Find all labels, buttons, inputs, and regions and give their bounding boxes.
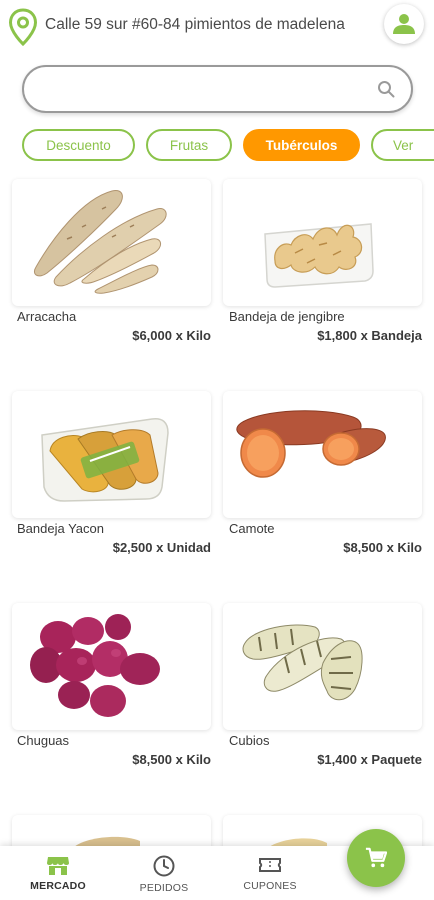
yacon-tray-image [41,418,169,502]
chip-tuberculos[interactable]: Tubérculos [243,129,360,161]
product-price: $2,500 x Unidad [112,540,211,555]
category-chips: Descuento Frutas Tubérculos Ver [0,129,434,163]
product-image-arracacha[interactable] [12,179,211,306]
ticket-icon [259,858,281,872]
nav-label: PEDIDOS [139,882,189,894]
chip-descuento[interactable]: Descuento [22,129,135,161]
ginger-tray-image [264,223,374,288]
product-image-bandeja-jengibre[interactable] [223,179,422,306]
delivery-address[interactable]: Calle 59 sur #60-84 pimientos de madelen… [45,16,345,34]
user-profile-button[interactable] [384,4,424,44]
product-name[interactable]: Cubios [229,733,269,748]
product-image-chuguas[interactable] [12,603,211,730]
clock-icon [153,855,175,877]
nav-cupones[interactable]: CUPONES [220,846,320,900]
product-price: $8,500 x Kilo [132,752,211,767]
chip-verduras[interactable]: Ver [371,129,434,161]
nav-pedidos[interactable]: PEDIDOS [114,846,214,900]
product-image-camote[interactable] [223,391,422,518]
product-price: $1,800 x Bandeja [317,328,422,343]
product-name[interactable]: Bandeja Yacon [17,521,104,536]
nav-mercado[interactable]: MERCADO [8,846,108,900]
nav-label: MERCADO [30,880,86,892]
product-name[interactable]: Camote [229,521,275,536]
product-name[interactable]: Bandeja de jengibre [229,309,345,324]
cart-icon [365,847,387,868]
arracacha-image [33,190,167,294]
purple-potatoes-image [30,614,160,717]
top-bar: Calle 59 sur #60-84 pimientos de madelen… [0,0,434,52]
product-image-cubios[interactable] [223,603,422,730]
map-pin-icon[interactable] [8,8,38,46]
product-price: $6,000 x Kilo [132,328,211,343]
chip-frutas[interactable]: Frutas [146,129,232,161]
product-name[interactable]: Chuguas [17,733,69,748]
product-name[interactable]: Arracacha [17,309,76,324]
search-input[interactable] [42,67,362,111]
cart-button[interactable] [347,829,405,887]
product-image-bandeja-yacon[interactable] [12,391,211,518]
sweet-potato-image [236,410,386,478]
product-price: $8,500 x Kilo [343,540,422,555]
store-icon [47,857,69,875]
search-bar [22,65,413,113]
product-price: $1,400 x Paquete [317,752,422,767]
cubios-image [242,624,363,701]
user-icon [393,14,415,34]
nav-label: CUPONES [243,880,297,892]
search-icon[interactable] [377,80,395,98]
